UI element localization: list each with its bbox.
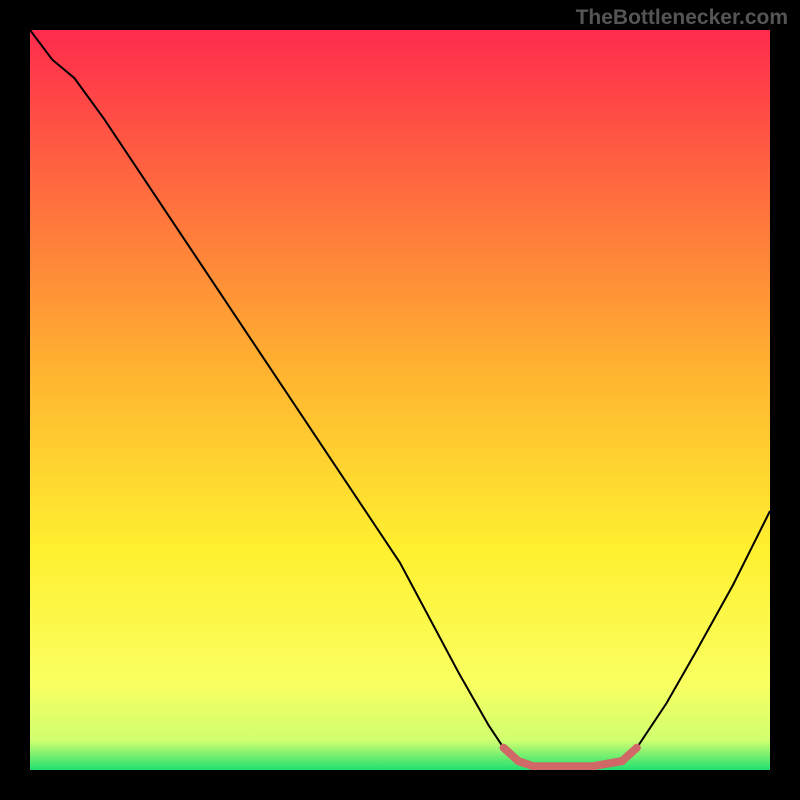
- optimal-band: [504, 748, 637, 767]
- plot-area: [30, 30, 770, 770]
- bottleneck-curve: [30, 30, 770, 766]
- curve-layer: [30, 30, 770, 770]
- chart-container: TheBottlenecker.com: [0, 0, 800, 800]
- watermark-text: TheBottlenecker.com: [576, 6, 788, 30]
